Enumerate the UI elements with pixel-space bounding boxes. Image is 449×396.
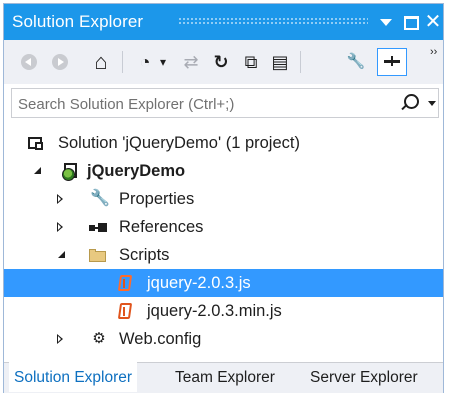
tree-item-label: Properties	[119, 190, 195, 208]
web-project-icon	[61, 162, 79, 181]
tab-team-explorer[interactable]: Team Explorer	[170, 363, 280, 393]
properties-wrench-icon[interactable]: 🔧	[345, 50, 367, 74]
refresh-icon[interactable]: ↻	[210, 50, 232, 74]
history-icon[interactable]: ◔	[134, 50, 156, 74]
back-icon[interactable]	[21, 54, 37, 70]
toolbar-separator	[122, 51, 123, 73]
search-input[interactable]	[16, 92, 390, 116]
title-bar[interactable]: Solution Explorer ✕	[4, 4, 443, 40]
tree-item-references[interactable]: References	[4, 213, 443, 241]
solution-icon	[27, 134, 45, 152]
toolbar: ⌂ ◔ ▾ ⇄ ↻ ⧉ ▤ 🔧 ››	[4, 40, 443, 84]
preview-pin-icon[interactable]	[377, 48, 407, 76]
tree-item-label: jQueryDemo	[87, 162, 186, 180]
tree-item-label: Web.config	[119, 330, 202, 348]
panel-title: Solution Explorer	[12, 12, 144, 31]
tree-item-label: References	[119, 218, 204, 236]
home-icon[interactable]: ⌂	[90, 50, 112, 74]
references-icon	[88, 218, 107, 236]
maximize-icon[interactable]	[401, 12, 421, 32]
toolbar-overflow-icon[interactable]: ››	[430, 46, 437, 58]
folder-icon	[88, 246, 106, 264]
sync-with-document-icon[interactable]: ⇄	[180, 50, 202, 74]
history-dropdown-icon[interactable]: ▾	[156, 50, 170, 74]
search-icon[interactable]	[404, 94, 419, 109]
search-options-dropdown-icon[interactable]	[428, 101, 436, 106]
collapsed-arrow-icon[interactable]	[57, 222, 63, 232]
collapsed-arrow-icon[interactable]	[57, 334, 63, 344]
tree-item-label: jquery-2.0.3.js	[147, 274, 251, 292]
collapsed-arrow-icon[interactable]	[57, 194, 63, 204]
tree-item-solution[interactable]: Solution 'jQueryDemo' (1 project)	[4, 129, 443, 157]
collapse-all-icon[interactable]: ⧉	[240, 50, 262, 74]
tree-item-webconfig[interactable]: ⚙ Web.config	[4, 325, 443, 353]
bottom-tab-strip: Solution Explorer Team Explorer Server E…	[4, 362, 443, 393]
javascript-file-icon	[116, 302, 134, 320]
forward-icon[interactable]	[52, 54, 68, 70]
tab-solution-explorer[interactable]: Solution Explorer	[9, 362, 138, 392]
tree-item-label: Solution 'jQueryDemo' (1 project)	[58, 134, 300, 152]
search-box[interactable]	[11, 88, 439, 118]
tab-server-explorer[interactable]: Server Explorer	[305, 363, 423, 393]
toolbar-separator	[300, 51, 301, 73]
tree-item-scripts[interactable]: Scripts	[4, 241, 443, 269]
drag-grip[interactable]	[178, 17, 368, 26]
expanded-arrow-icon[interactable]	[58, 251, 65, 258]
show-all-files-icon[interactable]: ▤	[269, 50, 291, 74]
tree-item-properties[interactable]: 🔧 Properties	[4, 185, 443, 213]
tree-item-project[interactable]: jQueryDemo	[4, 157, 443, 185]
window-position-dropdown-icon[interactable]	[376, 12, 396, 32]
tree-item-file[interactable]: jquery-2.0.3.min.js	[4, 297, 443, 325]
close-icon[interactable]: ✕	[423, 12, 443, 32]
wrench-icon: 🔧	[90, 190, 110, 207]
tree-item-label: Scripts	[119, 246, 170, 264]
tree-item-file-selected[interactable]: jquery-2.0.3.js	[4, 269, 443, 297]
config-file-icon: ⚙	[92, 330, 106, 347]
tree-item-label: jquery-2.0.3.min.js	[147, 302, 282, 320]
expanded-arrow-icon[interactable]	[34, 167, 41, 174]
javascript-file-icon	[116, 274, 134, 292]
